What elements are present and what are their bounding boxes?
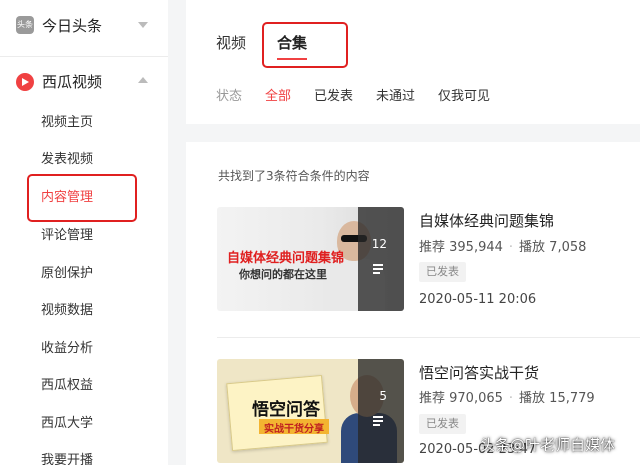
filter-all[interactable]: 全部 xyxy=(265,85,291,104)
sidebar-section-toutiao[interactable]: 头条 今日头条 xyxy=(0,0,168,50)
chevron-down-icon xyxy=(138,22,148,28)
thumbnail-title: 悟空问答 xyxy=(252,400,320,420)
thumbnail-overlay xyxy=(358,207,404,311)
sidebar-section-toutiao-label: 今日头条 xyxy=(42,16,103,35)
collection-stats: 推荐 970,065 · 播放 15,779 xyxy=(419,387,595,406)
list-divider xyxy=(217,337,640,338)
sidebar-item-revenue-analysis[interactable]: 收益分析 xyxy=(41,339,93,359)
recommend-count: 推荐 970,065 xyxy=(419,391,503,406)
filter-published[interactable]: 已发表 xyxy=(314,85,353,104)
sidebar-item-publish-video[interactable]: 发表视频 xyxy=(41,150,93,170)
thumbnail-subtitle: 你想问的都在这里 xyxy=(239,268,327,281)
sidebar-item-video-data[interactable]: 视频数据 xyxy=(41,301,93,321)
play-count: 播放 7,058 xyxy=(519,240,587,255)
status-badge: 已发表 xyxy=(419,262,466,282)
watermark: 头条@叶老师自媒体 xyxy=(480,436,616,454)
status-filter-label: 状态 xyxy=(216,89,243,104)
thumbnail-title: 自媒体经典问题集锦 xyxy=(227,251,345,266)
toutiao-icon: 头条 xyxy=(16,16,34,34)
video-count: 5 xyxy=(379,389,387,403)
sidebar-section-xigua[interactable]: 西瓜视频 xyxy=(0,56,168,106)
sidebar-item-comment-management[interactable]: 评论管理 xyxy=(41,226,93,246)
collections-tab-highlight xyxy=(262,22,348,68)
tab-videos[interactable]: 视频 xyxy=(216,32,246,53)
recommend-count: 推荐 395,944 xyxy=(419,240,503,255)
sidebar-item-start-live[interactable]: 我要开播 xyxy=(41,451,93,465)
separator-dot: · xyxy=(508,391,514,406)
thumbnail-overlay xyxy=(358,359,404,463)
results-summary: 共找到了3条符合条件的内容 xyxy=(218,169,370,183)
collection-title[interactable]: 悟空问答实战干货 xyxy=(419,362,539,383)
chevron-up-icon xyxy=(138,77,148,83)
status-badge: 已发表 xyxy=(419,414,466,434)
tabs-filter-card xyxy=(186,0,640,124)
xigua-play-icon xyxy=(16,72,34,91)
thumbnail-subtitle: 实战干货分享 xyxy=(264,424,324,435)
filter-rejected[interactable]: 未通过 xyxy=(376,85,415,104)
sidebar-item-original-protection[interactable]: 原创保护 xyxy=(41,264,93,284)
filter-private[interactable]: 仅我可见 xyxy=(438,85,490,104)
sidebar-section-xigua-label: 西瓜视频 xyxy=(42,73,103,91)
sidebar: 头条 今日头条 西瓜视频 视频主页 发表视频 内容管理 评论管理 原创保护 视频… xyxy=(0,0,168,465)
collection-thumbnail[interactable]: 悟空问答 实战干货分享 5 xyxy=(217,359,404,463)
collection-stats: 推荐 395,944 · 播放 7,058 xyxy=(419,236,586,255)
sidebar-item-video-home[interactable]: 视频主页 xyxy=(41,113,93,133)
collection-thumbnail[interactable]: 自媒体经典问题集锦 你想问的都在这里 12 xyxy=(217,207,404,311)
sidebar-item-xigua-rights[interactable]: 西瓜权益 xyxy=(41,376,93,396)
separator-dot: · xyxy=(508,240,514,255)
collection-title[interactable]: 自媒体经典问题集锦 xyxy=(419,210,554,231)
publish-date: 2020-05-11 20:06 xyxy=(419,292,537,307)
content-management-highlight xyxy=(27,174,137,222)
sidebar-item-xigua-university[interactable]: 西瓜大学 xyxy=(41,414,93,434)
play-count: 播放 15,779 xyxy=(519,391,595,406)
video-count: 12 xyxy=(371,237,387,251)
playlist-icon xyxy=(373,264,387,274)
playlist-icon xyxy=(373,416,387,426)
